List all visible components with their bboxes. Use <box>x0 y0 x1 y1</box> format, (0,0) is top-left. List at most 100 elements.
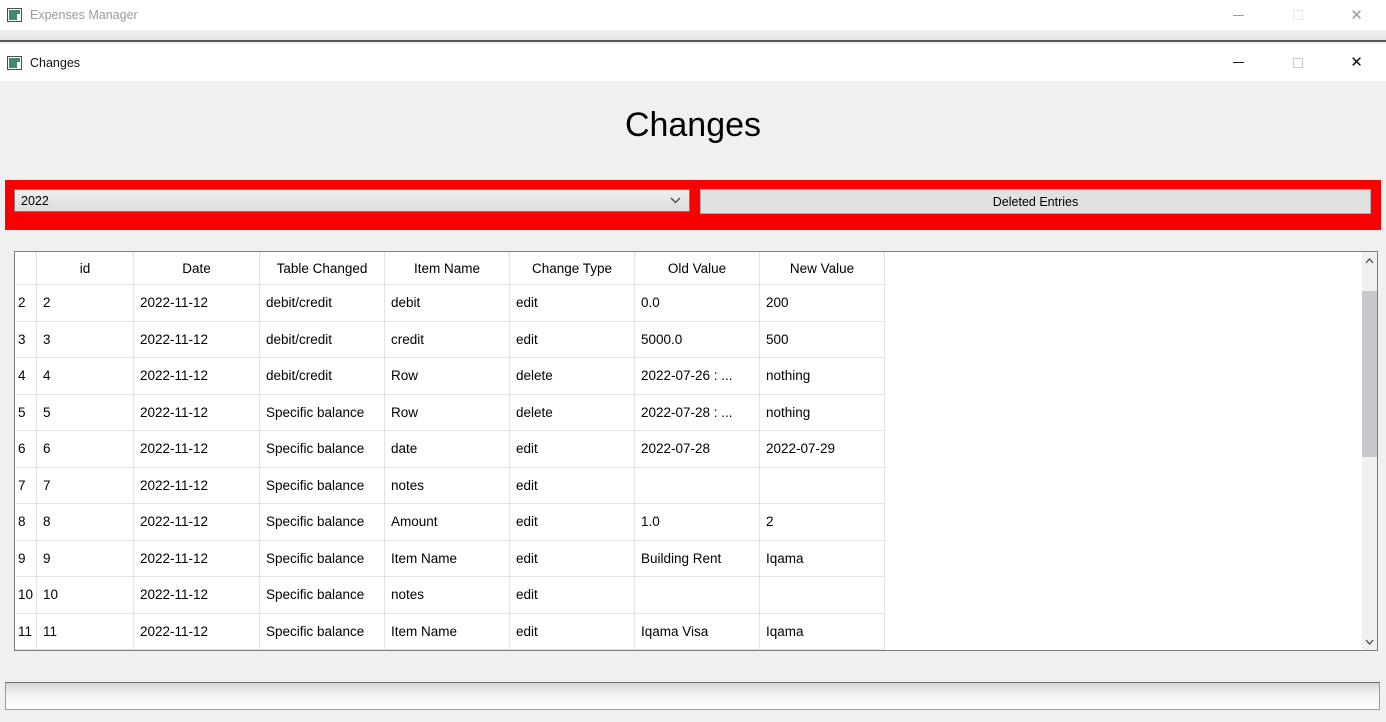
close-button[interactable]: ✕ <box>1327 0 1386 30</box>
table-cell[interactable] <box>635 468 760 504</box>
scrollbar-thumb[interactable] <box>1362 291 1377 457</box>
table-cell[interactable]: date <box>385 431 510 467</box>
table-cell[interactable]: edit <box>510 577 635 613</box>
table-cell[interactable]: 200 <box>760 285 885 321</box>
maximize-button[interactable] <box>1268 0 1327 30</box>
table-cell[interactable]: Item Name <box>385 541 510 577</box>
minimize-button[interactable] <box>1209 0 1268 30</box>
table-cell[interactable] <box>760 577 885 613</box>
table-cell[interactable]: 2022-11-12 <box>134 431 260 467</box>
table-cell[interactable]: 3 <box>37 322 134 358</box>
table-cell[interactable]: debit/credit <box>260 322 385 358</box>
bottom-entry[interactable] <box>5 682 1380 710</box>
table-cell[interactable]: 6 <box>37 431 134 467</box>
table-cell[interactable]: 500 <box>760 322 885 358</box>
table-cell[interactable]: 2022-11-12 <box>134 285 260 321</box>
table-cell[interactable]: 10 <box>37 577 134 613</box>
column-header-new-value[interactable]: New Value <box>760 252 885 284</box>
table-cell[interactable]: credit <box>385 322 510 358</box>
table-cell[interactable]: edit <box>510 468 635 504</box>
table-cell[interactable]: 2022-11-12 <box>134 468 260 504</box>
table-cell[interactable]: 7 <box>37 468 134 504</box>
table-cell[interactable]: debit <box>385 285 510 321</box>
table-cell[interactable]: Specific balance <box>260 541 385 577</box>
table-row[interactable]: 332022-11-12debit/creditcreditedit5000.0… <box>15 322 885 359</box>
table-cell[interactable]: Row <box>385 395 510 431</box>
table-cell[interactable]: Specific balance <box>260 504 385 540</box>
table-cell[interactable]: 2022-07-29 <box>760 431 885 467</box>
table-cell[interactable]: debit/credit <box>260 285 385 321</box>
table-cell[interactable]: 2022-07-26 : ... <box>635 358 760 394</box>
column-header-id[interactable]: id <box>37 252 134 284</box>
table-cell[interactable]: Item Name <box>385 614 510 650</box>
table-cell[interactable]: 8 <box>37 504 134 540</box>
table-cell[interactable] <box>760 468 885 504</box>
table-cell[interactable]: notes <box>385 577 510 613</box>
table-cell[interactable]: debit/credit <box>260 358 385 394</box>
table-row[interactable]: 882022-11-12Specific balanceAmountedit1.… <box>15 504 885 541</box>
table-cell[interactable]: 2022-11-12 <box>134 358 260 394</box>
table-cell[interactable]: Iqama Visa <box>635 614 760 650</box>
table-row[interactable]: 552022-11-12Specific balanceRowdelete202… <box>15 395 885 432</box>
table-row[interactable]: 10102022-11-12Specific balancenotesedit <box>15 577 885 614</box>
column-header-date[interactable]: Date <box>134 252 260 284</box>
table-cell[interactable]: nothing <box>760 395 885 431</box>
table-cell[interactable]: Specific balance <box>260 431 385 467</box>
table-cell[interactable]: edit <box>510 541 635 577</box>
column-header-table-changed[interactable]: Table Changed <box>260 252 385 284</box>
table-cell[interactable]: Iqama <box>760 614 885 650</box>
maximize-button[interactable] <box>1268 44 1327 81</box>
column-header-item-name[interactable]: Item Name <box>385 252 510 284</box>
column-header-change-type[interactable]: Change Type <box>510 252 635 284</box>
table-cell[interactable]: edit <box>510 322 635 358</box>
table-cell[interactable]: 2022-11-12 <box>134 577 260 613</box>
table-cell[interactable]: 2022-11-12 <box>134 504 260 540</box>
table-cell[interactable]: nothing <box>760 358 885 394</box>
table-cell[interactable]: edit <box>510 285 635 321</box>
table-cell[interactable]: Row <box>385 358 510 394</box>
table-cell[interactable]: edit <box>510 614 635 650</box>
year-combobox[interactable]: 2022 <box>14 189 690 212</box>
table-cell[interactable]: Building Rent <box>635 541 760 577</box>
table-row[interactable]: 772022-11-12Specific balancenotesedit <box>15 468 885 505</box>
table-cell[interactable]: 11 <box>37 614 134 650</box>
scroll-up-button[interactable] <box>1362 252 1377 269</box>
table-cell[interactable]: 0.0 <box>635 285 760 321</box>
table-cell[interactable]: delete <box>510 395 635 431</box>
table-cell[interactable]: 2022-11-12 <box>134 395 260 431</box>
minimize-button[interactable] <box>1209 44 1268 81</box>
table-cell[interactable]: 2022-11-12 <box>134 322 260 358</box>
table-cell[interactable]: edit <box>510 431 635 467</box>
table-cell[interactable]: 2 <box>760 504 885 540</box>
table-cell[interactable]: 2022-07-28 : ... <box>635 395 760 431</box>
table-cell[interactable]: Specific balance <box>260 577 385 613</box>
table-cell[interactable]: Specific balance <box>260 614 385 650</box>
table-cell[interactable]: 1.0 <box>635 504 760 540</box>
table-cell[interactable]: Specific balance <box>260 395 385 431</box>
table-cell[interactable]: 4 <box>37 358 134 394</box>
table-cell[interactable]: delete <box>510 358 635 394</box>
table-cell[interactable]: 2022-11-12 <box>134 614 260 650</box>
column-header-old-value[interactable]: Old Value <box>635 252 760 284</box>
table-cell[interactable]: Specific balance <box>260 468 385 504</box>
table-cell[interactable] <box>635 577 760 613</box>
table-row[interactable]: 11112022-11-12Specific balanceItem Namee… <box>15 614 885 651</box>
table-row[interactable]: 662022-11-12Specific balancedateedit2022… <box>15 431 885 468</box>
scroll-down-button[interactable] <box>1362 633 1377 650</box>
table-cell[interactable]: 2 <box>37 285 134 321</box>
deleted-entries-button[interactable]: Deleted Entries <box>700 189 1371 214</box>
table-row[interactable]: 992022-11-12Specific balanceItem Nameedi… <box>15 541 885 578</box>
table-cell[interactable]: 9 <box>37 541 134 577</box>
vertical-scrollbar[interactable] <box>1362 252 1377 650</box>
table-cell[interactable]: Amount <box>385 504 510 540</box>
table-cell[interactable]: 5000.0 <box>635 322 760 358</box>
table-cell[interactable]: notes <box>385 468 510 504</box>
table-cell[interactable]: Iqama <box>760 541 885 577</box>
table-row[interactable]: 442022-11-12debit/creditRowdelete2022-07… <box>15 358 885 395</box>
table-cell[interactable]: 2022-07-28 <box>635 431 760 467</box>
table-row[interactable]: 222022-11-12debit/creditdebitedit0.0200 <box>15 285 885 322</box>
table-cell[interactable]: 5 <box>37 395 134 431</box>
close-button[interactable]: ✕ <box>1327 44 1386 81</box>
table-cell[interactable]: 2022-11-12 <box>134 541 260 577</box>
table-cell[interactable]: edit <box>510 504 635 540</box>
